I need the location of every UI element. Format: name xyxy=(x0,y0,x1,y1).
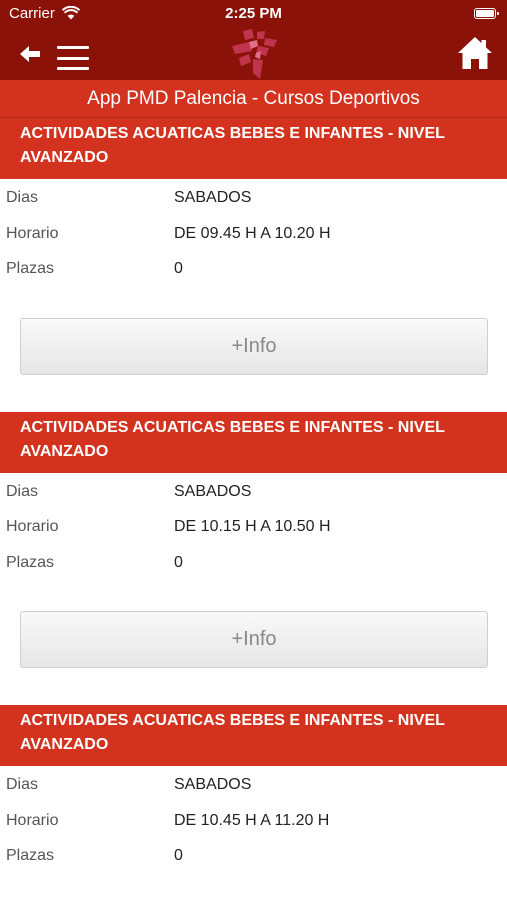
dias-row: Dias SABADOS xyxy=(0,766,507,802)
more-info-button[interactable]: +Info xyxy=(20,317,488,375)
plazas-value: 0 xyxy=(174,260,183,277)
dias-value: SABADOS xyxy=(174,189,252,206)
course-card: ACTIVIDADES ACUATICAS BEBES E INFANTES -… xyxy=(0,118,507,412)
plazas-label: Plazas xyxy=(6,847,55,864)
horario-row: Horario DE 10.15 H A 10.50 H xyxy=(0,508,507,544)
arrow-left-icon[interactable] xyxy=(20,45,40,63)
dias-value: SABADOS xyxy=(174,776,252,793)
course-card: ACTIVIDADES ACUATICAS BEBES E INFANTES -… xyxy=(0,411,507,706)
more-info-button[interactable]: +Info xyxy=(20,611,488,668)
button-area: +Info xyxy=(0,579,507,705)
button-area: +Info xyxy=(0,286,507,412)
horario-value: DE 10.45 H A 11.20 H xyxy=(174,811,330,829)
dias-label: Dias xyxy=(6,776,39,793)
plazas-value: 0 xyxy=(174,553,183,571)
plazas-label: Plazas xyxy=(6,260,55,277)
course-title: ACTIVIDADES ACUATICAS BEBES E INFANTES -… xyxy=(0,705,507,766)
course-title: ACTIVIDADES ACUATICAS BEBES E INFANTES -… xyxy=(0,411,507,473)
course-card: ACTIVIDADES ACUATICAS BEBES E INFANTES -… xyxy=(0,705,507,873)
dias-label: Dias xyxy=(6,482,39,500)
plazas-row: Plazas 0 xyxy=(0,837,507,873)
dias-label: Dias xyxy=(6,189,39,206)
nav-bar xyxy=(0,28,507,80)
course-title: ACTIVIDADES ACUATICAS BEBES E INFANTES -… xyxy=(0,118,507,179)
hamburger-menu-icon[interactable] xyxy=(57,46,89,70)
course-list: ACTIVIDADES ACUATICAS BEBES E INFANTES -… xyxy=(0,118,507,873)
horario-value: DE 09.45 H A 10.20 H xyxy=(174,224,331,242)
plazas-label: Plazas xyxy=(6,553,55,571)
horario-label: Horario xyxy=(6,811,59,829)
horario-row: Horario DE 10.45 H A 11.20 H xyxy=(0,802,507,838)
page-title: App PMD Palencia - Cursos Deportivos xyxy=(0,80,507,118)
status-bar: Carrier 2:25 PM xyxy=(0,0,507,28)
status-time: 2:25 PM xyxy=(225,5,282,22)
plazas-row: Plazas 0 xyxy=(0,544,507,580)
home-icon[interactable] xyxy=(457,35,493,71)
horario-value: DE 10.15 H A 10.50 H xyxy=(174,518,331,535)
horario-label: Horario xyxy=(6,518,59,535)
horario-label: Horario xyxy=(6,224,59,242)
plazas-value: 0 xyxy=(174,847,183,864)
dias-row: Dias SABADOS xyxy=(0,473,507,509)
dias-value: SABADOS xyxy=(174,482,252,500)
pmd-palencia-logo xyxy=(232,29,277,79)
battery-icon xyxy=(474,8,499,19)
dias-row: Dias SABADOS xyxy=(0,179,507,215)
horario-row: Horario DE 09.45 H A 10.20 H xyxy=(0,215,507,251)
plazas-row: Plazas 0 xyxy=(0,250,507,286)
